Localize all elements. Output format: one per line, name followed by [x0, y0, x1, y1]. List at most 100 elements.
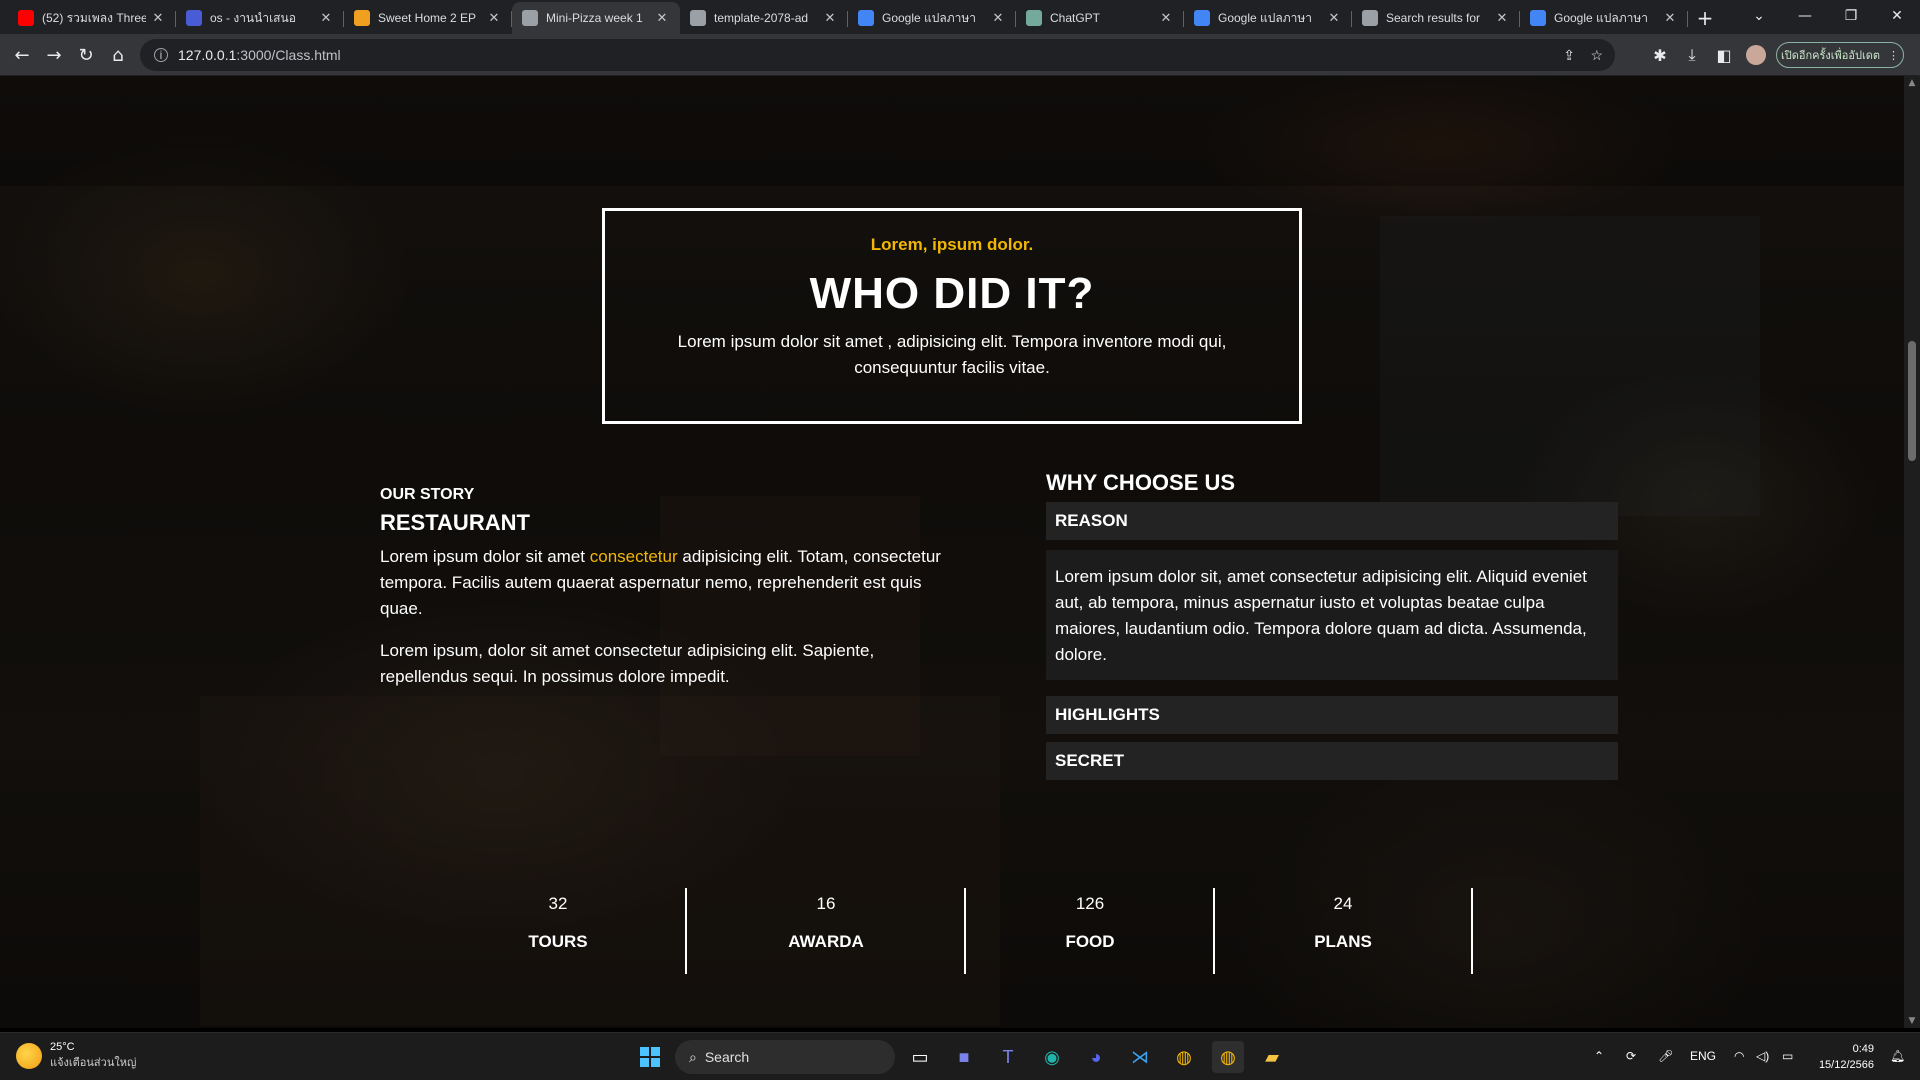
- scrollbar-thumb[interactable]: [1908, 341, 1916, 461]
- minimize-button[interactable]: —: [1782, 0, 1828, 32]
- meet-icon[interactable]: ■: [948, 1041, 980, 1073]
- close-tab-icon[interactable]: ✕: [1158, 10, 1174, 26]
- weather-widget[interactable]: 25°C แจ้งเตือนส่วนใหญ่: [16, 1041, 136, 1071]
- stat-label: FOOD: [1065, 932, 1115, 951]
- browser-toolbar: ← → ↻ ⌂ i 127.0.0.1:3000/Class.html ⇪ ☆ …: [0, 34, 1920, 76]
- stat-label: TOURS: [528, 932, 588, 951]
- stat-divider: [1471, 888, 1473, 974]
- scroll-up-arrow-icon[interactable]: ▲: [1904, 78, 1920, 88]
- stat-plans: 24 PLANS: [1283, 894, 1403, 952]
- profile-avatar[interactable]: [1740, 39, 1772, 71]
- back-arrow-icon[interactable]: ←: [6, 39, 38, 71]
- tab-title: ChatGPT: [1050, 11, 1101, 25]
- tab-search-chevron-icon[interactable]: ⌄: [1736, 0, 1782, 32]
- tab-separator: [1687, 11, 1688, 27]
- story-paragraph-1: Lorem ipsum dolor sit amet consectetur a…: [380, 544, 955, 622]
- stat-label: PLANS: [1314, 932, 1372, 951]
- accordion-reason-header[interactable]: REASON: [1046, 502, 1618, 540]
- close-tab-icon[interactable]: ✕: [1326, 10, 1342, 26]
- browser-tab[interactable]: Mini-Pizza week 1 ✕: [512, 2, 680, 34]
- address-bar[interactable]: i 127.0.0.1:3000/Class.html ⇪ ☆: [140, 39, 1615, 71]
- weather-desc: แจ้งเตือนส่วนใหญ่: [50, 1057, 137, 1069]
- translate-icon: [858, 10, 874, 26]
- story-highlight-link[interactable]: consectetur: [590, 547, 678, 566]
- page-viewport: Lorem, ipsum dolor. WHO DID IT? Lorem ip…: [0, 76, 1904, 1028]
- scroll-down-arrow-icon[interactable]: ▼: [1904, 1016, 1920, 1026]
- battery-icon[interactable]: ▭: [1782, 1049, 1793, 1063]
- close-tab-icon[interactable]: ✕: [318, 10, 334, 26]
- close-tab-icon[interactable]: ✕: [990, 10, 1006, 26]
- browser-tab[interactable]: Google แปลภาษา ✕: [848, 2, 1016, 34]
- extensions-icon[interactable]: ✱: [1644, 39, 1676, 71]
- browser-tab[interactable]: ChatGPT ✕: [1016, 2, 1184, 34]
- tray-overflow-chevron-icon[interactable]: ⌃: [1594, 1049, 1604, 1063]
- forward-arrow-icon[interactable]: →: [38, 39, 70, 71]
- book-icon: [354, 10, 370, 26]
- browser-tab[interactable]: template-2078-ad ✕: [680, 2, 848, 34]
- browser-tab[interactable]: Search results for ✕: [1352, 2, 1520, 34]
- clock[interactable]: 0:49 15/12/2566: [1808, 1041, 1874, 1073]
- file-explorer-icon[interactable]: ▰: [1256, 1041, 1288, 1073]
- side-panel-icon[interactable]: ◧: [1708, 39, 1740, 71]
- close-tab-icon[interactable]: ✕: [654, 10, 670, 26]
- volume-icon[interactable]: ◁): [1756, 1049, 1769, 1063]
- why-choose-us-section: WHY CHOOSE US REASON Lorem ipsum dolor s…: [1046, 470, 1618, 780]
- close-window-button[interactable]: ✕: [1874, 0, 1920, 32]
- tab-title: Sweet Home 2 EP: [378, 11, 477, 25]
- accordion-reason-body: Lorem ipsum dolor sit, amet consectetur …: [1046, 550, 1618, 680]
- browser-tab[interactable]: Sweet Home 2 EP ✕: [344, 2, 512, 34]
- sync-icon[interactable]: ⟳: [1626, 1049, 1636, 1063]
- download-icon[interactable]: ⤓: [1676, 39, 1708, 71]
- restore-button[interactable]: ❐: [1828, 0, 1874, 32]
- weather-sun-icon: [16, 1043, 42, 1069]
- browser-tab[interactable]: Google แปลภาษา ✕: [1184, 2, 1352, 34]
- browser-tab[interactable]: os - งานนำเสนอ ✕: [176, 2, 344, 34]
- tab-title: Search results for: [1386, 11, 1481, 25]
- edge-icon[interactable]: ◉: [1036, 1041, 1068, 1073]
- page-scrollbar[interactable]: ▲ ▼: [1904, 76, 1920, 1028]
- microphone-icon[interactable]: 🎤︎: [1658, 1049, 1673, 1063]
- stat-value: 16: [816, 894, 836, 913]
- windows-start-icon[interactable]: [634, 1041, 666, 1073]
- clock-time: 0:49: [1852, 1043, 1874, 1055]
- close-tab-icon[interactable]: ✕: [486, 10, 502, 26]
- browser-tab[interactable]: (52) รวมเพลง Three ✕: [8, 2, 176, 34]
- close-tab-icon[interactable]: ✕: [1662, 10, 1678, 26]
- chrome-active-icon[interactable]: ◍: [1212, 1041, 1244, 1073]
- task-view-icon[interactable]: ▭: [904, 1041, 936, 1073]
- taskbar-search[interactable]: ⌕ Search: [675, 1040, 895, 1074]
- new-tab-button[interactable]: +: [1688, 2, 1722, 34]
- accordion-highlights-header[interactable]: HIGHLIGHTS: [1046, 696, 1618, 734]
- close-tab-icon[interactable]: ✕: [822, 10, 838, 26]
- accordion-secret-header[interactable]: SECRET: [1046, 742, 1618, 780]
- tab-title: Google แปลภาษา: [882, 10, 977, 25]
- tab-title: Google แปลภาษา: [1218, 10, 1313, 25]
- tab-title: (52) รวมเพลง Three: [42, 10, 146, 25]
- browser-tab[interactable]: Google แปลภาษา ✕: [1520, 2, 1688, 34]
- translate-icon: [1530, 10, 1546, 26]
- teams-icon[interactable]: T: [992, 1041, 1024, 1073]
- close-tab-icon[interactable]: ✕: [1494, 10, 1510, 26]
- why-title: WHY CHOOSE US: [1046, 470, 1236, 495]
- site-info-icon[interactable]: i: [154, 48, 168, 62]
- update-button[interactable]: เปิดอีกครั้งเพื่ออัปเดต ⋮: [1776, 42, 1904, 68]
- url-host: 127.0.0.1: [178, 47, 237, 63]
- story-p1-text: Lorem ipsum dolor sit amet: [380, 547, 590, 566]
- close-tab-icon[interactable]: ✕: [150, 10, 166, 26]
- tab-title: Mini-Pizza week 1: [546, 11, 643, 25]
- home-icon[interactable]: ⌂: [102, 39, 134, 71]
- tab-title: os - งานนำเสนอ: [210, 10, 296, 25]
- discord-icon[interactable]: ◕: [1080, 1041, 1112, 1073]
- vscode-icon[interactable]: ⋊: [1124, 1041, 1156, 1073]
- bookmark-star-icon[interactable]: ☆: [1590, 47, 1603, 64]
- share-icon[interactable]: ⇪: [1563, 47, 1575, 64]
- stat-food: 126 FOOD: [1030, 894, 1150, 952]
- input-language[interactable]: ENG: [1690, 1049, 1716, 1063]
- wifi-icon[interactable]: ◠: [1734, 1049, 1744, 1063]
- youtube-icon: [18, 10, 34, 26]
- chrome-icon[interactable]: ◍: [1168, 1041, 1200, 1073]
- reload-icon[interactable]: ↻: [70, 39, 102, 71]
- notification-bell-icon[interactable]: 🔔︎: [1890, 1049, 1905, 1063]
- tab-list: (52) รวมเพลง Three ✕ os - งานนำเสนอ ✕ Sweet …: [8, 2, 1688, 34]
- more-menu-icon[interactable]: ⋮: [1888, 49, 1899, 62]
